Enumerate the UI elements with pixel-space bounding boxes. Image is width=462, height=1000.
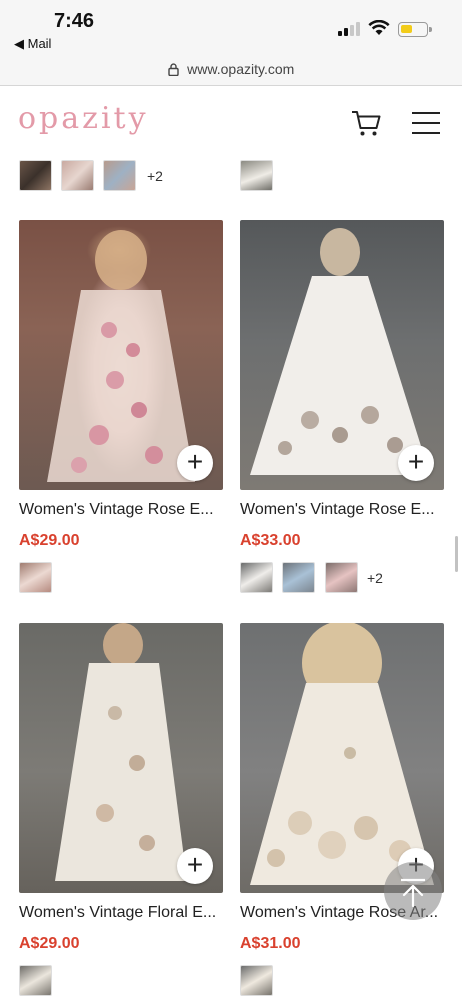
cellular-signal-icon	[338, 22, 362, 36]
status-bar: 7:46 ◀ Mail	[0, 0, 462, 56]
more-colors-count: +2	[147, 168, 163, 184]
product-image[interactable]: +	[19, 220, 223, 490]
browser-url-bar[interactable]: www.opazity.com	[0, 56, 462, 86]
arrow-up-icon	[401, 878, 425, 908]
cart-icon[interactable]	[350, 107, 382, 139]
site-header: opazity	[0, 87, 462, 157]
back-to-mail-link[interactable]: ◀ Mail	[14, 36, 51, 52]
scrollbar[interactable]	[455, 536, 458, 572]
wifi-icon	[368, 20, 390, 35]
more-colors-count: +2	[367, 570, 383, 586]
product-image[interactable]: +	[240, 220, 444, 490]
color-swatch[interactable]	[61, 160, 94, 191]
color-swatch[interactable]	[19, 562, 52, 593]
product-title[interactable]: Women's Vintage Floral E...	[19, 904, 223, 922]
product-title[interactable]: Women's Vintage Rose E...	[240, 501, 444, 519]
color-swatch[interactable]	[282, 562, 315, 593]
color-swatch[interactable]	[240, 160, 273, 191]
lock-icon	[168, 62, 179, 76]
add-to-cart-button[interactable]: +	[398, 445, 434, 481]
back-to-top-button[interactable]	[384, 862, 442, 920]
color-swatch[interactable]	[103, 160, 136, 191]
color-swatch[interactable]	[240, 562, 273, 593]
url-text: www.opazity.com	[187, 61, 295, 77]
color-swatch[interactable]	[240, 965, 273, 996]
color-swatch[interactable]	[19, 965, 52, 996]
add-to-cart-button[interactable]: +	[177, 848, 213, 884]
color-swatch[interactable]	[325, 562, 358, 593]
product-image[interactable]: +	[240, 623, 444, 893]
color-swatch[interactable]	[19, 160, 52, 191]
add-to-cart-button[interactable]: +	[177, 445, 213, 481]
product-image[interactable]: +	[19, 623, 223, 893]
site-logo[interactable]: opazity	[18, 101, 149, 136]
product-price: A$29.00	[19, 532, 80, 549]
product-price: A$31.00	[240, 935, 301, 952]
menu-icon[interactable]	[412, 111, 440, 135]
product-price: A$33.00	[240, 532, 301, 549]
battery-icon	[398, 22, 432, 37]
status-time: 7:46	[54, 10, 95, 32]
product-title[interactable]: Women's Vintage Rose E...	[19, 501, 223, 519]
product-price: A$29.00	[19, 935, 80, 952]
